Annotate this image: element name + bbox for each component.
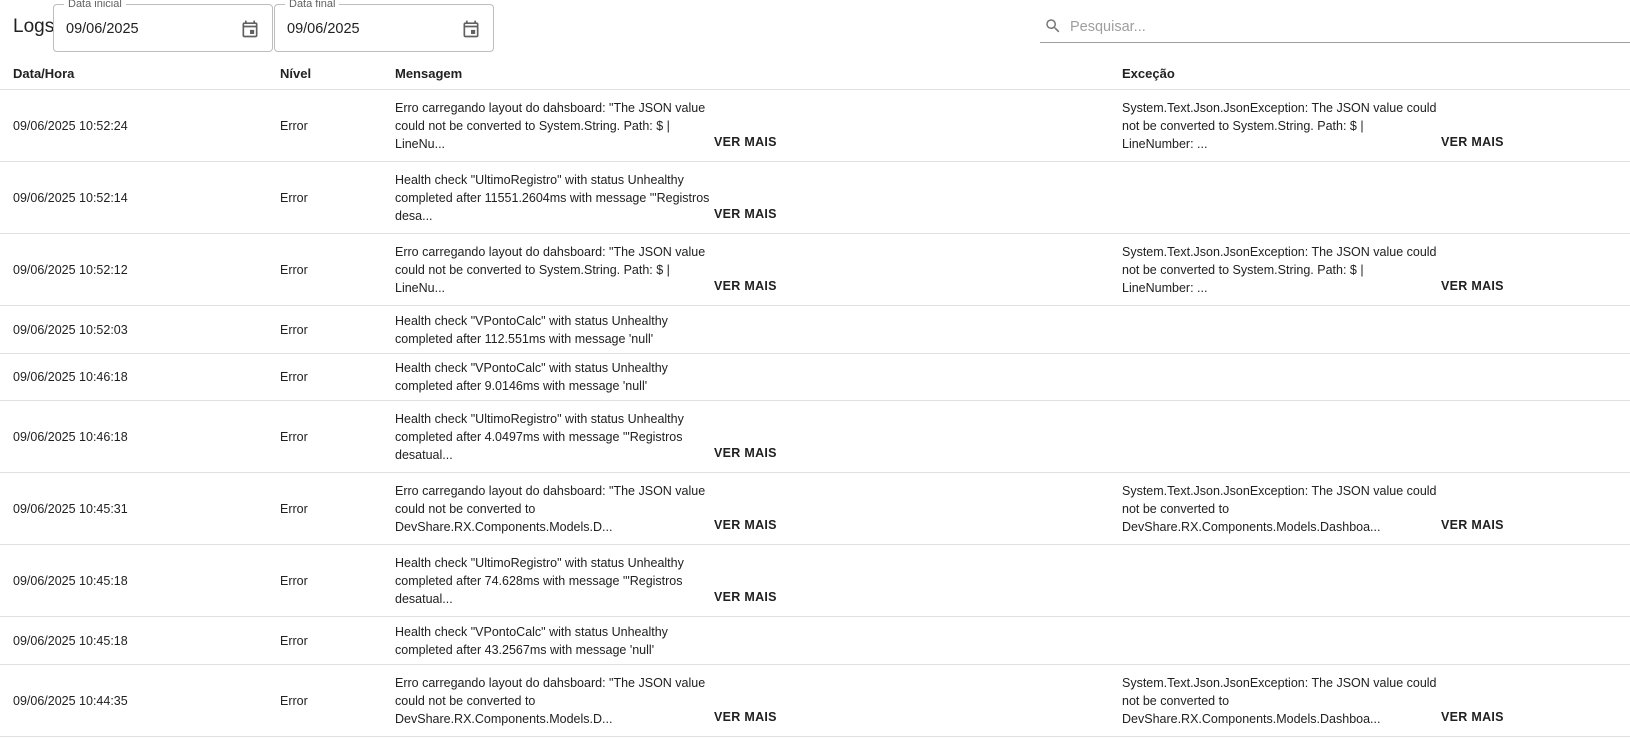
table-row[interactable]: 09/06/2025 10:44:35 Error Erro carregando … <box>0 665 1630 737</box>
search-field[interactable] <box>1040 12 1630 43</box>
row-message: Health check "UltimoRegistro" with statu… <box>395 555 684 606</box>
row-exception: System.Text.Json.JsonException: The JSON… <box>1122 100 1437 151</box>
table-row[interactable]: 09/06/2025 10:52:12 Error Erro carregando … <box>0 234 1630 306</box>
exception-ver-mais-button[interactable]: VER MAIS <box>1441 710 1504 724</box>
row-datetime: 09/06/2025 10:52:14 <box>13 190 128 205</box>
column-header-message[interactable]: Mensagem <box>395 66 462 81</box>
row-datetime: 09/06/2025 10:52:03 <box>13 322 128 337</box>
table-row[interactable]: 09/06/2025 10:45:31 Error Erro carregando … <box>0 473 1630 545</box>
row-datetime: 09/06/2025 10:52:12 <box>13 262 128 277</box>
row-exception: System.Text.Json.JsonException: The JSON… <box>1122 244 1437 295</box>
table-row[interactable]: 09/06/2025 10:52:03 Error Health check "VP… <box>0 306 1630 354</box>
row-level: Error <box>280 190 308 205</box>
table-row[interactable]: 09/06/2025 10:46:18 Error Health check "Ul… <box>0 401 1630 473</box>
page-title: Logs <box>13 16 55 37</box>
exception-ver-mais-button[interactable]: VER MAIS <box>1441 279 1504 293</box>
row-message: Health check "VPontoCalc" with status Un… <box>395 624 668 657</box>
row-datetime: 09/06/2025 10:45:18 <box>13 573 128 588</box>
row-datetime: 09/06/2025 10:44:35 <box>13 693 128 708</box>
message-ver-mais-button[interactable]: VER MAIS <box>714 590 777 604</box>
row-datetime: 09/06/2025 10:45:18 <box>13 633 128 648</box>
row-level: Error <box>280 501 308 516</box>
end-date-field[interactable]: Data final 09/06/2025 <box>274 0 494 52</box>
search-icon <box>1046 19 1060 33</box>
table-row[interactable]: 09/06/2025 10:52:24 Error Erro carregando … <box>0 90 1630 162</box>
message-ver-mais-button[interactable]: VER MAIS <box>714 446 777 460</box>
row-datetime: 09/06/2025 10:46:18 <box>13 370 128 384</box>
row-level: Error <box>280 693 308 708</box>
message-ver-mais-button[interactable]: VER MAIS <box>714 710 777 724</box>
end-date-value[interactable]: 09/06/2025 <box>287 21 360 37</box>
table-row[interactable]: 09/06/2025 10:46:18 Error Health check "VP… <box>0 354 1630 401</box>
row-level: Error <box>280 633 308 648</box>
row-level: Error <box>280 118 308 133</box>
row-datetime: 09/06/2025 10:45:31 <box>13 501 128 516</box>
exception-ver-mais-button[interactable]: VER MAIS <box>1441 518 1504 532</box>
message-ver-mais-button[interactable]: VER MAIS <box>714 207 777 221</box>
row-datetime: 09/06/2025 10:46:18 <box>13 429 128 444</box>
row-message: Health check "UltimoRegistro" with statu… <box>395 411 684 462</box>
end-date-label: Data final <box>285 0 340 11</box>
column-header-datetime[interactable]: Data/Hora <box>13 66 74 81</box>
row-message: Health check "UltimoRegistro" with statu… <box>395 172 710 223</box>
search-input[interactable] <box>1068 14 1612 40</box>
row-exception: System.Text.Json.JsonException: The JSON… <box>1122 675 1437 726</box>
calendar-icon[interactable] <box>461 19 481 39</box>
table-row[interactable]: 09/06/2025 10:45:18 Error Health check "VP… <box>0 617 1630 665</box>
row-level: Error <box>280 429 308 444</box>
exception-ver-mais-button[interactable]: VER MAIS <box>1441 135 1504 149</box>
row-level: Error <box>280 322 308 337</box>
start-date-value[interactable]: 09/06/2025 <box>66 21 139 37</box>
row-exception: System.Text.Json.JsonException: The JSON… <box>1122 483 1437 534</box>
table-row[interactable]: 09/06/2025 10:52:14 Error Health check "Ul… <box>0 162 1630 234</box>
message-ver-mais-button[interactable]: VER MAIS <box>714 135 777 149</box>
calendar-icon[interactable] <box>240 19 260 39</box>
message-ver-mais-button[interactable]: VER MAIS <box>714 518 777 532</box>
start-date-field[interactable]: Data inicial 09/06/2025 <box>53 0 273 52</box>
row-message: Erro carregando layout do dahsboard: "Th… <box>395 675 706 726</box>
table-row[interactable]: 09/06/2025 10:45:18 Error Health check "Ul… <box>0 545 1630 617</box>
row-level: Error <box>280 262 308 277</box>
row-message: Erro carregando layout do dahsboard: "Th… <box>395 244 706 295</box>
column-header-level[interactable]: Nível <box>280 66 311 81</box>
row-message: Health check "VPontoCalc" with status Un… <box>395 361 668 393</box>
row-message: Health check "VPontoCalc" with status Un… <box>395 313 668 346</box>
row-message: Erro carregando layout do dahsboard: "Th… <box>395 483 706 534</box>
logs-toolbar: Logs Data inicial 09/06/2025 Data final … <box>0 0 1630 56</box>
row-level: Error <box>280 370 308 384</box>
message-ver-mais-button[interactable]: VER MAIS <box>714 279 777 293</box>
row-datetime: 09/06/2025 10:52:24 <box>13 118 128 133</box>
row-message: Erro carregando layout do dahsboard: "Th… <box>395 100 706 151</box>
start-date-label: Data inicial <box>64 0 126 11</box>
table-header: Data/Hora Nível Mensagem Exceção <box>0 56 1630 90</box>
row-level: Error <box>280 573 308 588</box>
column-header-exception[interactable]: Exceção <box>1122 66 1175 81</box>
